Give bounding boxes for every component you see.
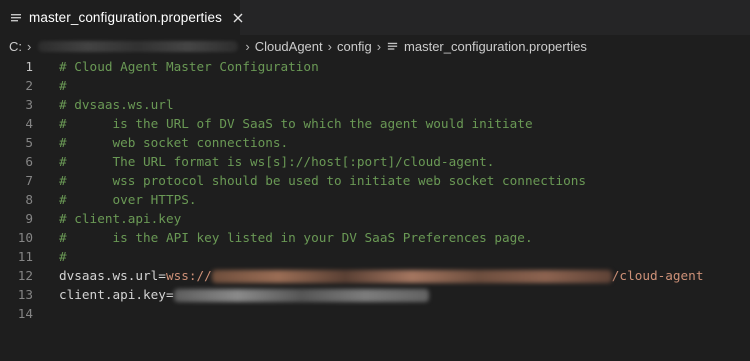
line-number: 8 bbox=[25, 192, 33, 207]
tab-master-configuration[interactable]: master_configuration.properties bbox=[0, 0, 243, 35]
code-line[interactable]: 7 # wss protocol should be used to initi… bbox=[0, 171, 750, 190]
comment-text: # is the URL of DV SaaS to which the age… bbox=[59, 116, 533, 131]
code-line[interactable]: 5 # web socket connections. bbox=[0, 133, 750, 152]
code-line[interactable]: 14 bbox=[0, 304, 750, 323]
chevron-right-icon: › bbox=[27, 38, 32, 54]
comment-text: # bbox=[59, 78, 67, 93]
property-key: dvsaas.ws.url= bbox=[59, 268, 166, 283]
breadcrumb: C: › › CloudAgent › config › master_conf… bbox=[0, 35, 750, 57]
comment-text: # bbox=[59, 249, 67, 264]
line-number: 10 bbox=[17, 230, 33, 245]
line-number: 11 bbox=[17, 249, 33, 264]
comment-text: # The URL format is ws[s]://host[:port]/… bbox=[59, 154, 495, 169]
property-value-prefix: wss:// bbox=[165, 268, 212, 283]
line-number: 14 bbox=[17, 306, 33, 321]
code-line[interactable]: 13 client.api.key= bbox=[0, 285, 750, 304]
close-icon[interactable] bbox=[232, 10, 244, 26]
property-value-suffix: /cloud-agent bbox=[611, 268, 704, 283]
comment-text: # Cloud Agent Master Configuration bbox=[59, 59, 319, 74]
code-line[interactable]: 8 # over HTTPS. bbox=[0, 190, 750, 209]
code-line[interactable]: 11 # bbox=[0, 247, 750, 266]
code-line[interactable]: 3 # dvsaas.ws.url bbox=[0, 95, 750, 114]
property-key: client.api.key= bbox=[59, 287, 174, 302]
line-number: 5 bbox=[25, 135, 33, 150]
code-line[interactable]: 1 # Cloud Agent Master Configuration bbox=[0, 57, 750, 76]
code-line[interactable]: 6 # The URL format is ws[s]://host[:port… bbox=[0, 152, 750, 171]
lines-file-icon bbox=[9, 11, 23, 25]
property-line: dvsaas.ws.url=wss:// /cloud-agent bbox=[59, 266, 703, 285]
line-number: 6 bbox=[25, 154, 33, 169]
comment-text: # wss protocol should be used to initiat… bbox=[59, 173, 587, 188]
tab-label: master_configuration.properties bbox=[29, 10, 222, 25]
comment-text: # dvsaas.ws.url bbox=[59, 97, 174, 112]
breadcrumb-item-file[interactable]: master_configuration.properties bbox=[386, 39, 587, 54]
tab-bar: master_configuration.properties bbox=[0, 0, 750, 35]
code-line[interactable]: 2 # bbox=[0, 76, 750, 95]
breadcrumb-file-label: master_configuration.properties bbox=[404, 38, 587, 54]
line-number: 7 bbox=[25, 173, 33, 188]
breadcrumb-redacted-path[interactable] bbox=[38, 40, 239, 52]
chevron-right-icon: › bbox=[327, 38, 332, 54]
code-line[interactable]: 4 # is the URL of DV SaaS to which the a… bbox=[0, 114, 750, 133]
line-number: 12 bbox=[17, 268, 33, 283]
code-line[interactable]: 10 # is the API key listed in your DV Sa… bbox=[0, 228, 750, 247]
comment-text: # web socket connections. bbox=[59, 135, 289, 150]
comment-text: # client.api.key bbox=[59, 211, 182, 226]
chevron-right-icon: › bbox=[245, 38, 250, 54]
line-number: 1 bbox=[25, 59, 33, 74]
breadcrumb-root[interactable]: C: bbox=[9, 39, 22, 54]
line-number: 2 bbox=[25, 78, 33, 93]
redacted-url bbox=[211, 270, 612, 283]
line-number: 4 bbox=[25, 116, 33, 131]
lines-file-icon bbox=[386, 40, 399, 53]
redacted-api-key bbox=[173, 289, 429, 302]
code-line[interactable]: 12 dvsaas.ws.url=wss:// /cloud-agent bbox=[0, 266, 750, 285]
line-number: 13 bbox=[17, 287, 33, 302]
text-cursor bbox=[59, 57, 61, 76]
breadcrumb-item-cloudagent[interactable]: CloudAgent bbox=[255, 39, 323, 54]
code-line[interactable]: 9 # client.api.key bbox=[0, 209, 750, 228]
code-editor[interactable]: 1 # Cloud Agent Master Configuration 2 #… bbox=[0, 57, 750, 361]
chevron-right-icon: › bbox=[376, 38, 382, 54]
property-line: client.api.key= bbox=[59, 285, 429, 304]
line-number: 9 bbox=[25, 211, 33, 226]
breadcrumb-item-config[interactable]: config bbox=[337, 39, 372, 54]
line-number: 3 bbox=[25, 97, 33, 112]
comment-text: # over HTTPS. bbox=[59, 192, 197, 207]
comment-text: # is the API key listed in your DV SaaS … bbox=[59, 230, 533, 245]
